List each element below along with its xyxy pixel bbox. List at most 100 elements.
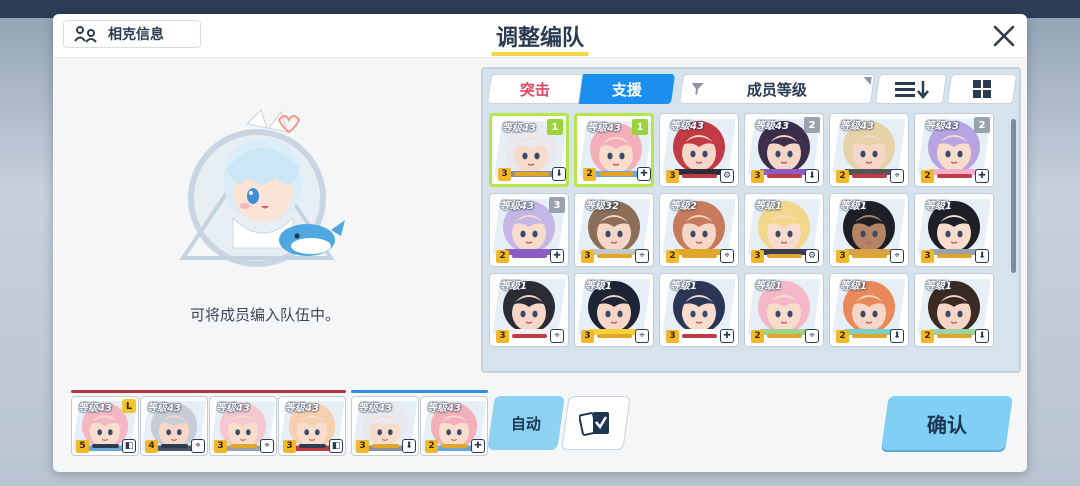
role-icon: ⬇ bbox=[975, 329, 989, 343]
level-tag: 等级1 bbox=[585, 281, 612, 292]
role-icon: ⌖ bbox=[550, 329, 564, 343]
card-footer: 2 ⌖ bbox=[666, 249, 734, 263]
member-card[interactable]: 等级43 2 ⌖ bbox=[829, 113, 909, 187]
star-badge: 3 bbox=[496, 329, 509, 343]
confirm-button[interactable]: 确认 bbox=[881, 396, 1013, 450]
level-tag: 等级43 bbox=[670, 121, 704, 132]
member-card[interactable]: 等级2 2 ⌖ bbox=[659, 193, 739, 267]
sort-dropdown[interactable]: 成员等级 bbox=[678, 74, 876, 104]
type-stripe bbox=[230, 444, 257, 448]
type-stripe bbox=[514, 172, 549, 176]
formation-modal: 相克信息 调整编队 可将成员编入队伍中。 突击 支援 成员等级 等级43 3 ⬇… bbox=[53, 14, 1027, 472]
member-card[interactable]: 等级1 3 ⌖ bbox=[574, 273, 654, 347]
auto-formation-button[interactable]: 自动 bbox=[487, 396, 565, 450]
member-card[interactable]: 等级1 3 ⌖ bbox=[829, 193, 909, 267]
member-card[interactable]: 等级43 3 ⚙ bbox=[659, 113, 739, 187]
member-card[interactable]: 等级43 3 ⬇ 1 bbox=[489, 113, 569, 187]
star-badge: 3 bbox=[751, 169, 764, 183]
level-tag: 等级43 bbox=[147, 403, 181, 414]
member-card[interactable]: 等级1 3 ⬇ bbox=[914, 193, 994, 267]
member-card[interactable]: 等级1 3 ⌖ bbox=[489, 273, 569, 347]
type-stripe bbox=[512, 254, 547, 258]
grid-view-icon bbox=[973, 80, 991, 98]
tab-special-label: 支援 bbox=[611, 80, 642, 99]
level-tag: 等级43 bbox=[925, 121, 959, 132]
role-icon: ⌖ bbox=[635, 249, 649, 263]
sort-label: 成员等级 bbox=[746, 80, 807, 99]
level-tag: 等级43 bbox=[358, 403, 392, 414]
role-tabs: 突击 支援 bbox=[486, 74, 676, 106]
level-tag: 等级1 bbox=[670, 281, 697, 292]
level-tag: 等级43 bbox=[216, 403, 250, 414]
type-stripe bbox=[299, 444, 326, 448]
star-badge: 5 bbox=[76, 439, 89, 453]
member-card[interactable]: 等级43 2 ✚ 1 bbox=[574, 113, 654, 187]
card-footer: 3 ⌖ bbox=[496, 329, 564, 343]
member-card[interactable]: 等级1 3 ✚ bbox=[659, 273, 739, 347]
star-badge: 3 bbox=[921, 249, 934, 263]
member-card[interactable]: 等级43 2 ✚ 2 bbox=[914, 113, 994, 187]
confirm-label: 确认 bbox=[927, 412, 967, 437]
star-badge: 3 bbox=[666, 169, 679, 183]
grid-view-button[interactable] bbox=[946, 74, 1018, 104]
star-badge: 3 bbox=[581, 249, 594, 263]
team-slot[interactable]: 等级43 4 ⌖ bbox=[140, 396, 208, 456]
sort-order-icon bbox=[895, 81, 929, 99]
roster-scrollbar[interactable] bbox=[1011, 119, 1016, 273]
team-slot[interactable]: 等级43 5 ◧ L bbox=[71, 396, 139, 456]
tab-special[interactable]: 支援 bbox=[578, 74, 676, 104]
card-footer: 3 ⌖ bbox=[214, 439, 274, 453]
star-badge: 2 bbox=[425, 439, 438, 453]
level-tag: 等级1 bbox=[925, 201, 952, 212]
corner-mark bbox=[862, 77, 872, 85]
tab-striker[interactable]: 突击 bbox=[486, 74, 584, 104]
star-badge: 2 bbox=[496, 249, 509, 263]
type-stripe bbox=[852, 174, 887, 178]
role-icon: ⌖ bbox=[805, 329, 819, 343]
close-button[interactable] bbox=[989, 21, 1019, 51]
member-card[interactable]: 等级1 2 ⌖ bbox=[744, 273, 824, 347]
team-slot[interactable]: 等级43 3 ⌖ bbox=[209, 396, 277, 456]
role-icon: ⌖ bbox=[890, 249, 904, 263]
role-icon: ⬇ bbox=[402, 439, 416, 453]
team-slot[interactable]: 等级43 2 ✚ bbox=[420, 396, 488, 456]
member-card[interactable]: 等级32 3 ⌖ bbox=[574, 193, 654, 267]
role-icon: ✚ bbox=[975, 169, 989, 183]
type-stripe bbox=[937, 334, 972, 338]
card-footer: 4 ⌖ bbox=[145, 439, 205, 453]
modal-title: 调整编队 bbox=[495, 26, 584, 51]
team-slot[interactable]: 等级43 3 ◧ bbox=[278, 396, 346, 456]
star-badge: 3 bbox=[498, 167, 511, 181]
member-card[interactable]: 等级43 3 ⬇ 2 bbox=[744, 113, 824, 187]
type-stripe bbox=[767, 334, 802, 338]
level-tag: 等级43 bbox=[587, 123, 621, 134]
type-stripe bbox=[682, 334, 717, 338]
level-tag: 等级43 bbox=[285, 403, 319, 414]
star-badge: 3 bbox=[836, 249, 849, 263]
level-tag: 等级43 bbox=[427, 403, 461, 414]
star-badge: 3 bbox=[666, 329, 679, 343]
type-stripe bbox=[512, 334, 547, 338]
role-icon: ⌖ bbox=[191, 439, 205, 453]
type-stripe bbox=[597, 254, 632, 258]
role-icon: ✚ bbox=[471, 439, 485, 453]
role-icon: ⚙ bbox=[720, 169, 734, 183]
star-badge: 2 bbox=[666, 249, 679, 263]
card-footer: 3 ⌖ bbox=[581, 329, 649, 343]
member-card[interactable]: 等级1 2 ⬇ bbox=[829, 273, 909, 347]
star-badge: 3 bbox=[356, 439, 369, 453]
role-icon: ◧ bbox=[329, 439, 343, 453]
member-card[interactable]: 等级1 2 ⬇ bbox=[914, 273, 994, 347]
role-icon: ⬇ bbox=[975, 249, 989, 263]
level-tag: 等级43 bbox=[78, 403, 112, 414]
member-select-panel: 突击 支援 成员等级 等级43 3 ⬇ 1 等级43 2 ✚ 1 等级43 3 … bbox=[481, 67, 1021, 373]
card-footer: 2 ⬇ bbox=[836, 329, 904, 343]
member-card[interactable]: 等级1 3 ⚙ bbox=[744, 193, 824, 267]
card-deck-button[interactable] bbox=[561, 396, 631, 450]
team-slot[interactable]: 等级43 3 ⬇ bbox=[351, 396, 419, 456]
star-badge: 2 bbox=[921, 329, 934, 343]
role-icon: ⬇ bbox=[805, 169, 819, 183]
member-card[interactable]: 等级43 2 ✚ 3 bbox=[489, 193, 569, 267]
filter-icon bbox=[691, 83, 704, 95]
sort-order-button[interactable] bbox=[874, 74, 948, 104]
